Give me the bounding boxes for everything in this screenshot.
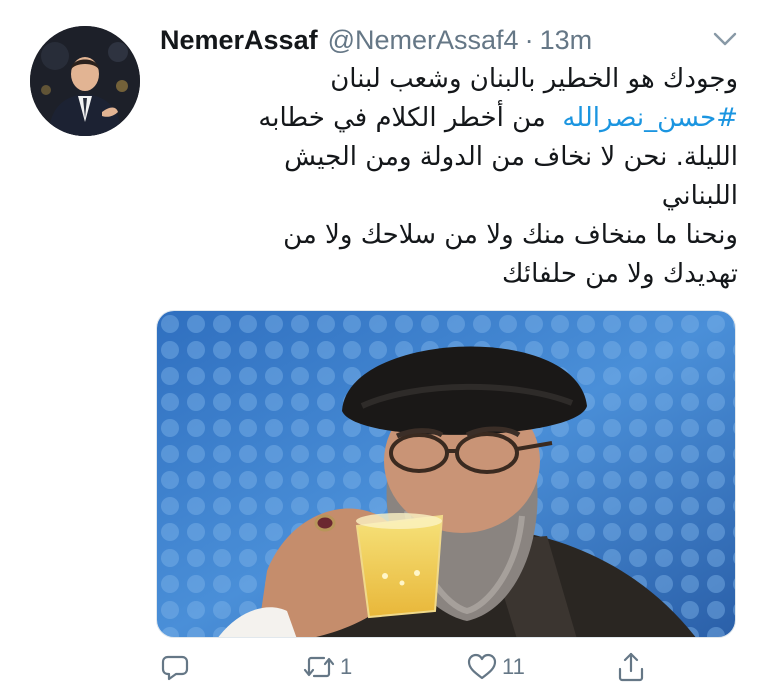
share-button[interactable]	[616, 645, 646, 689]
like-count: 11	[502, 654, 525, 679]
tweet-text-line: ونحنا ما منخاف منك ولا من سلاحك ولا من	[283, 220, 738, 250]
chevron-down-icon[interactable]	[712, 30, 738, 48]
heart-icon	[467, 653, 497, 680]
avatar[interactable]	[30, 26, 140, 136]
tweet-header: NemerAssaf @NemerAssaf4 · 13m	[160, 20, 592, 60]
retweet-icon	[303, 656, 335, 678]
tweet-media-image[interactable]	[156, 310, 736, 638]
user-handle[interactable]: @NemerAssaf4	[328, 25, 519, 56]
share-icon	[618, 652, 644, 682]
tweet-text-line: الليلة. نحن لا نخاف من الدولة ومن الجيش	[284, 142, 738, 172]
photo-man-drinking	[157, 311, 735, 637]
timestamp[interactable]: 13m	[540, 25, 593, 56]
tweet-card: NemerAssaf @NemerAssaf4 · 13m وجودك هو ا…	[0, 0, 768, 698]
tweet-actions: 1 11	[0, 645, 768, 689]
tweet-text-line: تهديدك ولا من حلفائك	[502, 259, 738, 289]
like-button[interactable]: 11	[466, 645, 525, 689]
retweet-button[interactable]: 1	[302, 645, 352, 689]
reply-button[interactable]	[160, 645, 190, 689]
retweet-count: 1	[340, 654, 353, 679]
tweet-text-line: اللبناني	[661, 181, 738, 211]
tweet-text-line: وجودك هو الخطير بالبنان وشعب لبنان	[330, 64, 738, 94]
tweet-text-line: #حسن_نصرالله من أخطر الكلام في خطابه	[160, 99, 738, 138]
reply-icon	[161, 655, 189, 681]
tweet-text-fragment: من أخطر الكلام في خطابه	[258, 103, 546, 133]
display-name[interactable]: NemerAssaf	[160, 25, 318, 56]
hashtag-link[interactable]: #حسن_نصرالله	[562, 103, 738, 133]
separator-dot: ·	[524, 24, 534, 55]
tweet-text: وجودك هو الخطير بالبنان وشعب لبنان #حسن_…	[160, 60, 738, 294]
avatar-image	[30, 26, 140, 136]
